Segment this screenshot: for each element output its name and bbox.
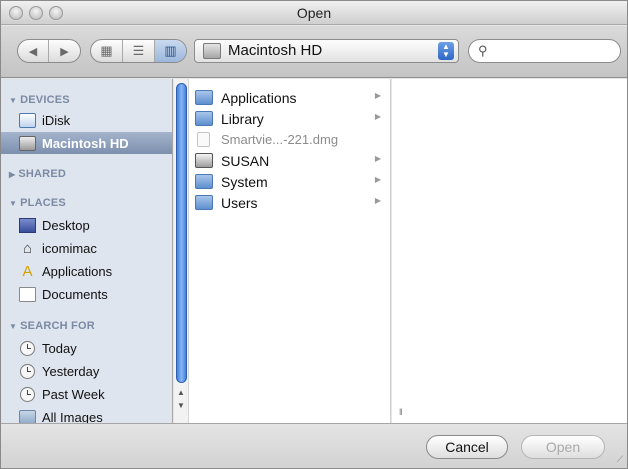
file-row-smartview-dmg: Smartvie...-221.dmg — [195, 129, 390, 150]
sidebar-item-label: Documents — [42, 286, 108, 302]
file-name: Users — [221, 194, 258, 211]
back-arrow-icon[interactable]: ◀ — [18, 40, 49, 62]
idisk-icon — [19, 112, 36, 128]
button-bar: Cancel Open ⟋ — [1, 423, 627, 468]
sidebar-item-label: Desktop — [42, 217, 90, 233]
applications-icon: A — [22, 262, 33, 280]
sidebar-item-label: Today — [42, 340, 77, 356]
drive-icon — [195, 153, 213, 168]
sidebar-item-past-week[interactable]: Past Week — [1, 383, 172, 405]
sidebar-item-applications[interactable]: A Applications — [1, 260, 172, 282]
clock-icon — [20, 340, 35, 356]
sidebar-item-all-images[interactable]: All Images — [1, 406, 172, 424]
sidebar-item-desktop[interactable]: Desktop — [1, 214, 172, 236]
system-folder-icon — [195, 174, 213, 189]
sidebar-item-idisk[interactable]: iDisk — [1, 109, 172, 131]
file-name: Library — [221, 110, 264, 127]
sidebar-heading-search-for[interactable]: ▼ SEARCH FOR — [9, 320, 95, 332]
file-name: Smartvie...-221.dmg — [221, 132, 339, 147]
vertical-scrollbar[interactable]: ▲ ▼ — [174, 79, 189, 423]
browser-column-2: ‖ — [392, 79, 627, 423]
sidebar: ▼ DEVICES iDisk Macintosh HD ▶ SHARED ▼ PLA… — [1, 79, 173, 423]
cancel-button[interactable]: Cancel — [426, 435, 508, 459]
disclosure-expanded-icon: ▼ — [9, 322, 18, 331]
disclosure-arrow-icon: ▶ — [374, 91, 381, 100]
forward-arrow-icon[interactable]: ▶ — [49, 40, 80, 62]
disk-image-file-icon — [197, 132, 210, 147]
clock-icon — [20, 363, 35, 379]
open-button[interactable]: Open — [521, 435, 605, 459]
disclosure-arrow-icon: ▶ — [374, 175, 381, 184]
sidebar-heading-devices[interactable]: ▼ DEVICES — [9, 94, 70, 106]
sidebar-item-label: Applications — [42, 263, 113, 279]
view-mode-control: ▦ ☰ ▥ — [90, 39, 187, 63]
disclosure-expanded-icon: ▼ — [9, 199, 18, 208]
sidebar-item-icomimac[interactable]: ⌂ icomimac — [1, 237, 172, 259]
file-row-susan[interactable]: SUSAN ▶ — [195, 150, 390, 171]
sidebar-item-macintosh-hd[interactable]: Macintosh HD — [1, 132, 172, 154]
browser-column-1: ▲ ▼ Applications ▶ Library ▶ Smartvie...… — [174, 79, 391, 423]
icon-view-button[interactable]: ▦ — [91, 40, 123, 62]
resize-grip-icon[interactable]: ⟋ — [617, 454, 623, 465]
library-folder-icon — [195, 111, 213, 126]
documents-icon — [19, 286, 36, 302]
scroll-up-arrow-icon[interactable]: ▲ — [177, 388, 185, 397]
users-folder-icon — [195, 195, 213, 210]
list-view-button[interactable]: ☰ — [123, 40, 155, 62]
column-resize-handle[interactable]: ‖ — [399, 407, 403, 417]
sidebar-item-yesterday[interactable]: Yesterday — [1, 360, 172, 382]
disclosure-arrow-icon: ▶ — [374, 196, 381, 205]
popup-arrows-icon: ▲ ▼ — [438, 42, 454, 60]
scroll-thumb[interactable] — [176, 83, 187, 383]
disclosure-arrow-icon: ▶ — [374, 112, 381, 121]
images-folder-icon — [19, 409, 36, 423]
sidebar-item-documents[interactable]: Documents — [1, 283, 172, 305]
search-field[interactable]: ⚲ — [468, 39, 621, 63]
file-row-system[interactable]: System ▶ — [195, 171, 390, 192]
hard-drive-icon — [19, 135, 36, 151]
file-row-applications[interactable]: Applications ▶ — [195, 87, 390, 108]
search-icon: ⚲ — [478, 43, 488, 58]
window-title: Open — [296, 5, 332, 21]
open-dialog: Open ◀ ▶ ▦ ☰ ▥ Macintosh HD ▲ ▼ ⚲ ▼ DEVICE… — [0, 0, 628, 469]
sidebar-item-today[interactable]: Today — [1, 337, 172, 359]
file-name: SUSAN — [221, 152, 270, 169]
hard-drive-icon — [203, 43, 221, 59]
home-icon: ⌂ — [22, 239, 33, 257]
sidebar-heading-shared[interactable]: ▶ SHARED — [9, 168, 66, 180]
sidebar-item-label: Macintosh HD — [42, 135, 129, 151]
location-label: Macintosh HD — [228, 42, 323, 59]
column-view-button[interactable]: ▥ — [155, 40, 186, 62]
sidebar-item-label: iDisk — [42, 112, 71, 128]
disclosure-expanded-icon: ▼ — [9, 96, 18, 105]
sidebar-item-label: All Images — [42, 409, 103, 424]
file-row-users[interactable]: Users ▶ — [195, 192, 390, 213]
file-name: System — [221, 173, 268, 190]
back-forward-control: ◀ ▶ — [17, 39, 81, 63]
sidebar-heading-places[interactable]: ▼ PLACES — [9, 197, 66, 209]
disclosure-collapsed-icon: ▶ — [9, 170, 16, 179]
sidebar-item-label: Past Week — [42, 386, 105, 402]
disclosure-arrow-icon: ▶ — [374, 154, 381, 163]
scroll-down-arrow-icon[interactable]: ▼ — [177, 401, 185, 410]
file-name: Applications — [221, 89, 297, 106]
clock-icon — [20, 386, 35, 402]
desktop-icon — [19, 217, 36, 233]
toolbar: ◀ ▶ ▦ ☰ ▥ Macintosh HD ▲ ▼ ⚲ — [1, 26, 627, 78]
sidebar-item-label: icomimac — [42, 240, 97, 256]
file-row-library[interactable]: Library ▶ — [195, 108, 390, 129]
location-popup[interactable]: Macintosh HD ▲ ▼ — [194, 39, 459, 63]
applications-folder-icon — [195, 90, 213, 105]
title-bar: Open — [1, 1, 627, 25]
sidebar-item-label: Yesterday — [42, 363, 100, 379]
